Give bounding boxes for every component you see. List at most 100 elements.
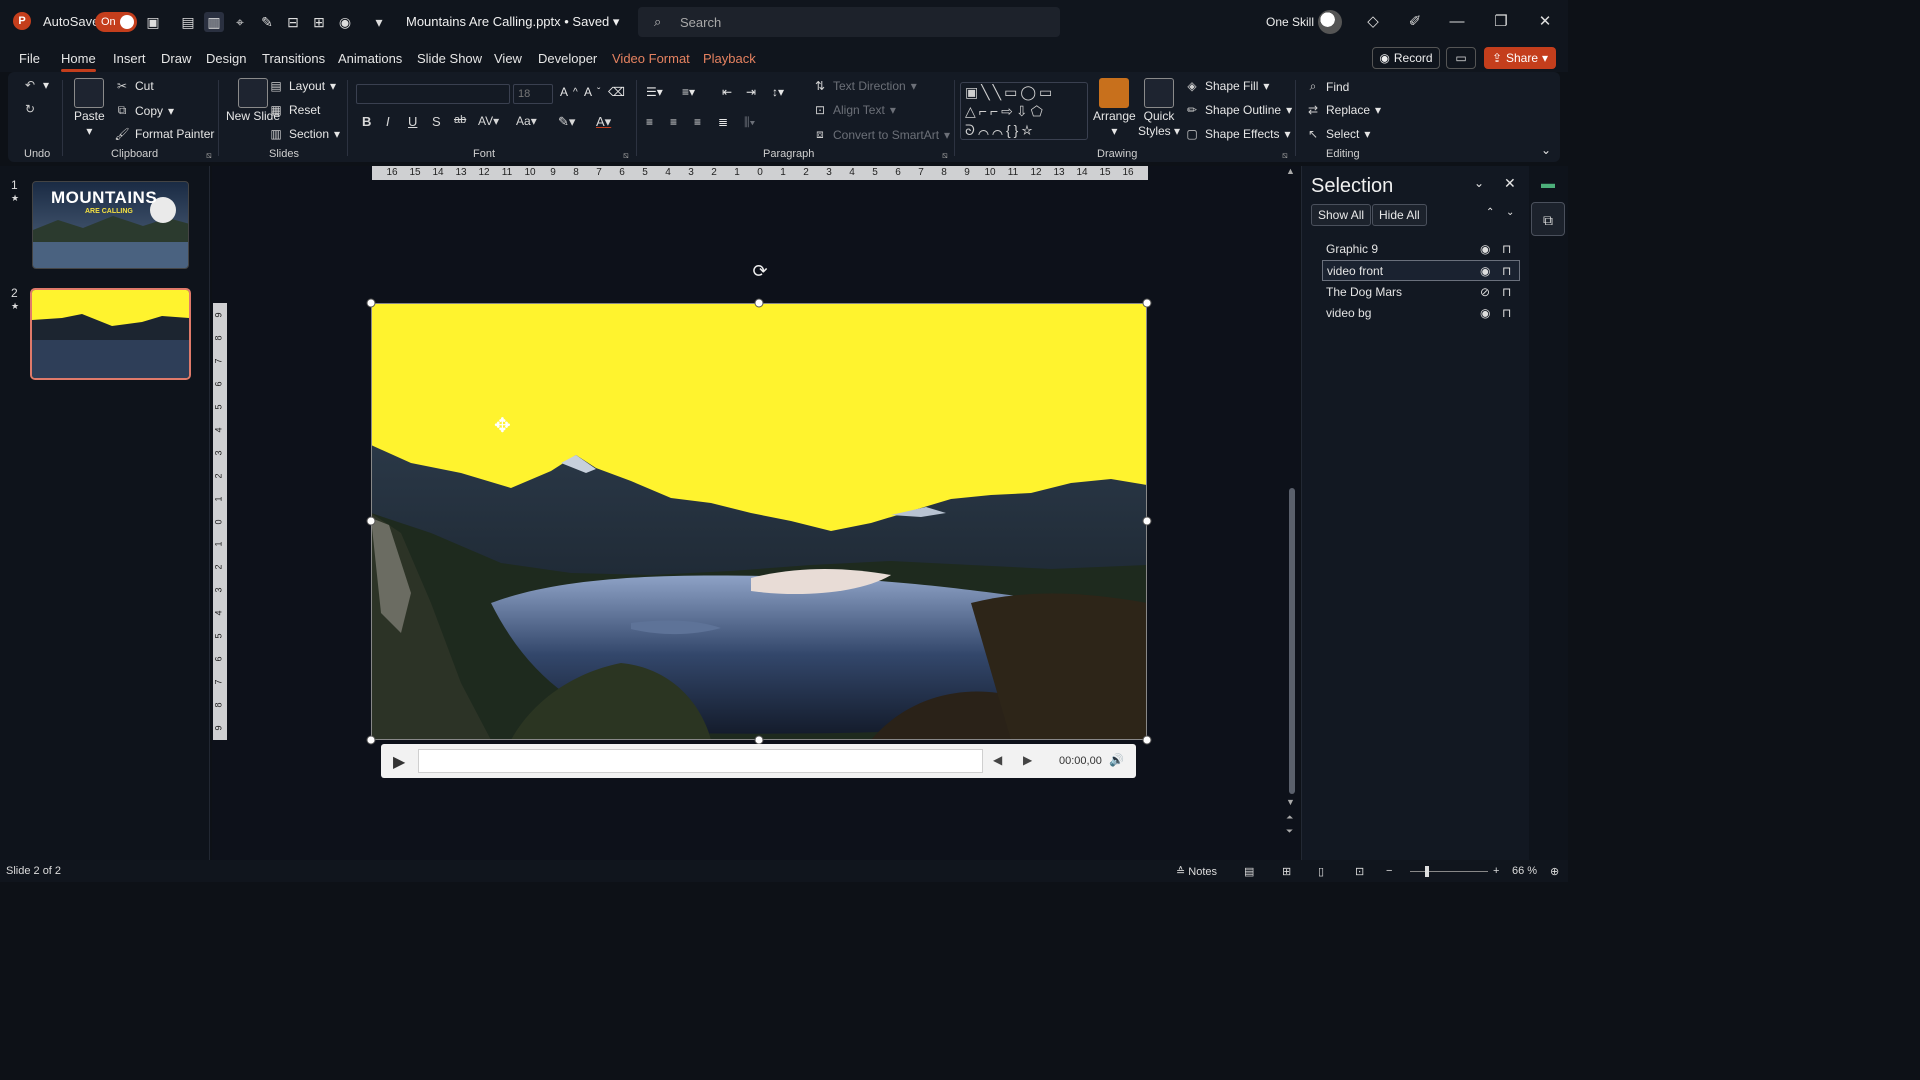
eye-hidden-icon[interactable]: ⊘ [1480, 285, 1490, 299]
text-direction-button[interactable]: ⇅ Text Direction ▾ [812, 79, 917, 93]
align-right-icon[interactable]: ≡ [694, 115, 701, 129]
skip-forward-icon[interactable]: ▶ [1023, 753, 1032, 767]
arrange-button[interactable]: Arrange ▾ [1093, 78, 1136, 138]
dialog-launcher-icon[interactable]: ⧅ [942, 150, 948, 161]
change-case-button[interactable]: Aa▾ [516, 114, 537, 128]
decrease-indent-icon[interactable]: ⇤ [722, 85, 732, 99]
avatar[interactable] [1318, 10, 1342, 34]
unlock-icon[interactable]: ⊓ [1502, 242, 1511, 256]
play-button-icon[interactable]: ▶ [393, 752, 411, 771]
tab-draw[interactable]: Draw [161, 51, 191, 66]
font-size-combo[interactable]: 18 [513, 84, 553, 104]
selection-item[interactable]: video bg ◉ ⊓ [1322, 303, 1520, 324]
strikethrough-button[interactable]: ab [454, 114, 466, 126]
user-name[interactable]: One Skill [1266, 15, 1314, 29]
dialog-launcher-icon[interactable]: ⧅ [623, 150, 629, 161]
share-button[interactable]: ⇪ Share ▾ [1484, 47, 1556, 69]
seek-bar[interactable] [418, 749, 983, 773]
zoom-level[interactable]: 66 % [1512, 865, 1537, 877]
distribute-icon[interactable]: ⊞ [309, 12, 329, 32]
char-spacing-button[interactable]: AV▾ [478, 114, 499, 128]
align-center-icon[interactable]: ≡ [670, 115, 677, 129]
vertical-scrollbar[interactable] [1289, 488, 1295, 794]
redo-button[interactable]: ↻ [22, 102, 38, 116]
shape-outline-button[interactable]: ✏ Shape Outline ▾ [1184, 103, 1292, 117]
grow-font-icon[interactable]: A ^ [560, 85, 578, 99]
zoom-slider-thumb[interactable] [1425, 866, 1429, 877]
layout-button[interactable]: ▤ Layout ▾ [268, 79, 336, 93]
tab-transitions[interactable]: Transitions [262, 51, 325, 66]
dialog-launcher-icon[interactable]: ⧅ [206, 150, 212, 161]
scroll-up-icon[interactable]: ▲ [1286, 166, 1295, 176]
previous-slide-icon[interactable]: ⏶ [1286, 812, 1293, 823]
highlight-icon[interactable]: ✎▾ [558, 114, 575, 130]
dialog-launcher-icon[interactable]: ⧅ [1282, 150, 1288, 161]
tab-playback[interactable]: Playback [703, 51, 756, 66]
minimize-icon[interactable]: — [1446, 11, 1468, 33]
increase-indent-icon[interactable]: ⇥ [746, 85, 756, 99]
slide-thumbnail-1[interactable]: MOUNTAINS ARE CALLING [32, 181, 189, 269]
line-spacing-icon[interactable]: ↕▾ [772, 85, 784, 99]
convert-smartart-button[interactable]: ⧈ Convert to SmartArt ▾ [812, 127, 950, 142]
customize-qat-icon[interactable]: ▾ [369, 12, 389, 32]
normal-view-button[interactable]: ▤ [1244, 865, 1254, 878]
selection-pane-icon[interactable]: ⧉ [1531, 202, 1565, 236]
align-icon[interactable]: ⊟ [283, 12, 303, 32]
columns-icon[interactable]: ⫼▾ [744, 115, 755, 130]
diamond-icon[interactable]: ◇ [1362, 11, 1384, 33]
slide-thumbnail-2[interactable] [30, 288, 191, 380]
bring-forward-icon[interactable]: ⌃ [1486, 207, 1494, 218]
eye-icon[interactable]: ◉ [1480, 264, 1490, 278]
eye-icon[interactable]: ◉ [1480, 242, 1490, 256]
format-painter-button[interactable]: 🖌 Format Painter [114, 127, 214, 141]
shape-icon[interactable]: ◉ [335, 12, 355, 32]
resize-handle[interactable] [366, 735, 376, 745]
zoom-out-icon[interactable]: − [1386, 865, 1392, 877]
search-input[interactable]: ⌕ Search [638, 7, 1060, 37]
autosave-toggle[interactable]: On [95, 12, 137, 32]
clear-format-icon[interactable]: ⌫ [608, 85, 625, 99]
skip-back-icon[interactable]: ◀ [993, 753, 1002, 767]
slideshow-button[interactable]: ⊡ [1355, 865, 1364, 878]
normal-view-icon[interactable]: ▤ [178, 12, 198, 32]
scroll-down-icon[interactable]: ▼ [1286, 797, 1295, 807]
unlock-icon[interactable]: ⊓ [1502, 285, 1511, 299]
comments-button[interactable]: ▭ [1446, 47, 1476, 69]
align-left-icon[interactable]: ≡ [646, 115, 653, 129]
restore-icon[interactable]: ❐ [1490, 11, 1512, 33]
section-button[interactable]: ▥ Section ▾ [268, 127, 340, 141]
tab-view[interactable]: View [494, 51, 522, 66]
pen-icon[interactable]: ✐ [1404, 11, 1426, 33]
send-backward-icon[interactable]: ⌄ [1506, 207, 1514, 218]
tab-file[interactable]: File [19, 51, 40, 66]
notes-button[interactable]: ≙ Notes [1176, 865, 1217, 878]
resize-handle[interactable] [366, 516, 376, 526]
tab-design[interactable]: Design [206, 51, 246, 66]
unlock-icon[interactable]: ⊓ [1502, 306, 1511, 320]
replace-button[interactable]: ⇄ Replace ▾ [1305, 103, 1381, 117]
volume-icon[interactable]: 🔊 [1109, 753, 1124, 767]
next-slide-icon[interactable]: ⏷ [1286, 826, 1293, 837]
align-text-button[interactable]: ⊡ Align Text ▾ [812, 103, 896, 117]
fit-to-window-icon[interactable]: ⊕ [1550, 865, 1559, 878]
select-button[interactable]: ↖ Select ▾ [1305, 127, 1370, 141]
save-icon[interactable]: ▣ [143, 12, 163, 32]
resize-handle[interactable] [754, 298, 764, 308]
shape-fill-button[interactable]: ◈ Shape Fill ▾ [1184, 79, 1269, 93]
collapse-ribbon-icon[interactable]: ⌄ [1541, 143, 1551, 157]
bullets-icon[interactable]: ☰▾ [646, 85, 663, 99]
resize-handle[interactable] [366, 298, 376, 308]
selection-item[interactable]: Graphic 9 ◉ ⊓ [1322, 239, 1520, 260]
draw-icon[interactable]: ✎ [257, 12, 277, 32]
zoom-slider[interactable] [1410, 871, 1488, 872]
justify-icon[interactable]: ≣ [718, 115, 728, 129]
eye-icon[interactable]: ◉ [1480, 306, 1490, 320]
rotate-handle-icon[interactable]: ⟳ [750, 261, 770, 281]
font-name-combo[interactable] [356, 84, 510, 104]
pane-options-chevron-icon[interactable]: ⌄ [1474, 176, 1484, 190]
shadow-button[interactable]: S [432, 114, 441, 129]
selection-item[interactable]: The Dog Mars ⊘ ⊓ [1322, 282, 1520, 303]
tab-animations[interactable]: Animations [338, 51, 402, 66]
tab-slide-show[interactable]: Slide Show [417, 51, 482, 66]
quick-styles-button[interactable]: Quick Styles ▾ [1138, 78, 1180, 138]
